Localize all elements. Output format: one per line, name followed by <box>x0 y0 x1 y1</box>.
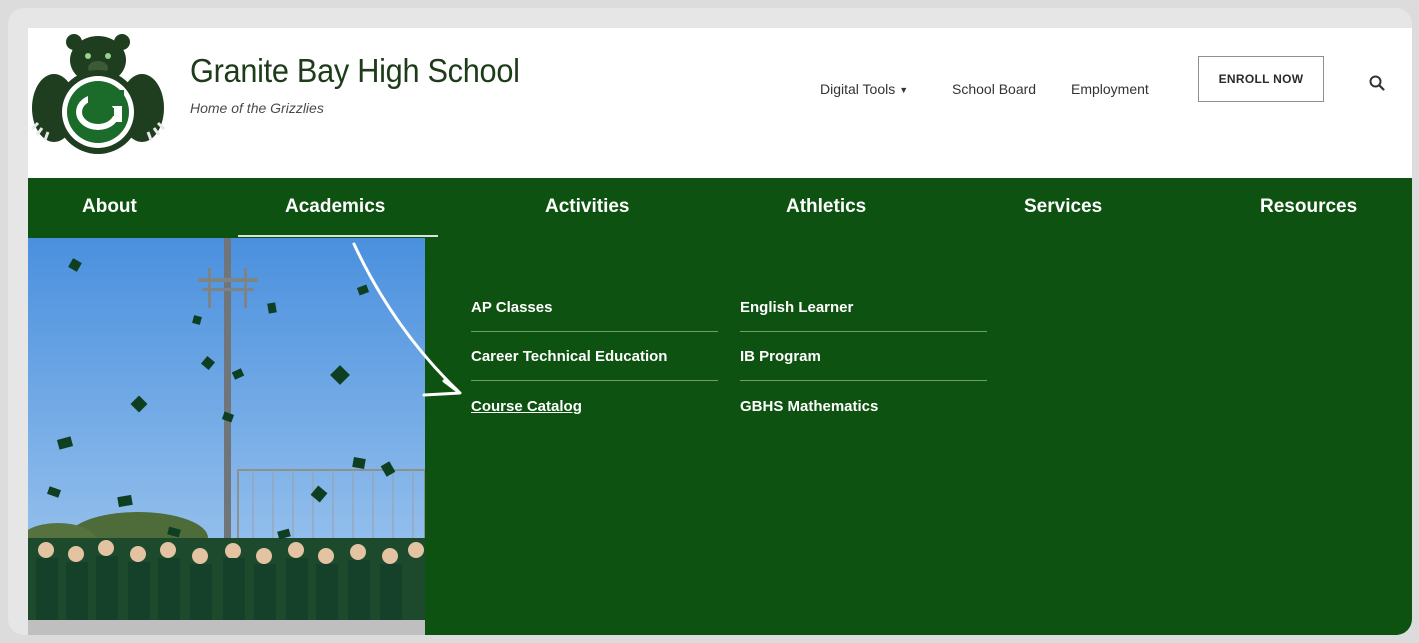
nav-activities[interactable]: Activities <box>545 196 629 218</box>
nav-services[interactable]: Services <box>1024 196 1102 218</box>
menu-course-catalog[interactable]: Course Catalog <box>471 398 582 415</box>
nav-academics[interactable]: Academics <box>285 196 385 218</box>
school-name[interactable]: Granite Bay High School <box>190 52 520 90</box>
employment-link[interactable]: Employment <box>1071 81 1149 97</box>
menu-divider <box>740 380 987 381</box>
menu-ib-program[interactable]: IB Program <box>740 348 821 365</box>
nav-about[interactable]: About <box>82 196 137 218</box>
main-nav: About Academics Activities Athletics Ser… <box>28 178 1412 238</box>
chevron-down-icon: ▼ <box>899 85 909 95</box>
enroll-now-button[interactable]: ENROLL NOW <box>1198 56 1324 102</box>
academics-dropdown: AP Classes Career Technical Education Co… <box>28 238 1412 635</box>
school-tagline: Home of the Grizzlies <box>190 100 324 116</box>
screenshot-frame: Granite Bay High School Home of the Griz… <box>8 8 1412 635</box>
search-icon[interactable] <box>1368 74 1386 92</box>
menu-divider <box>471 380 718 381</box>
school-board-link[interactable]: School Board <box>952 81 1036 97</box>
menu-gbhs-mathematics[interactable]: GBHS Mathematics <box>740 398 878 415</box>
graduation-photo <box>28 238 425 635</box>
grizzly-logo[interactable] <box>28 28 168 158</box>
menu-career-technical-education[interactable]: Career Technical Education <box>471 348 667 365</box>
nav-resources[interactable]: Resources <box>1260 196 1357 218</box>
digital-tools-menu[interactable]: Digital Tools ▼ <box>820 81 908 97</box>
menu-divider <box>471 331 718 332</box>
menu-divider <box>740 331 987 332</box>
nav-athletics[interactable]: Athletics <box>786 196 866 218</box>
menu-english-learner[interactable]: English Learner <box>740 299 853 316</box>
active-nav-indicator <box>238 235 438 237</box>
site-header: Granite Bay High School Home of the Griz… <box>28 28 1412 178</box>
digital-tools-label: Digital Tools <box>820 81 896 97</box>
menu-ap-classes[interactable]: AP Classes <box>471 299 552 316</box>
website: Granite Bay High School Home of the Griz… <box>28 28 1412 635</box>
